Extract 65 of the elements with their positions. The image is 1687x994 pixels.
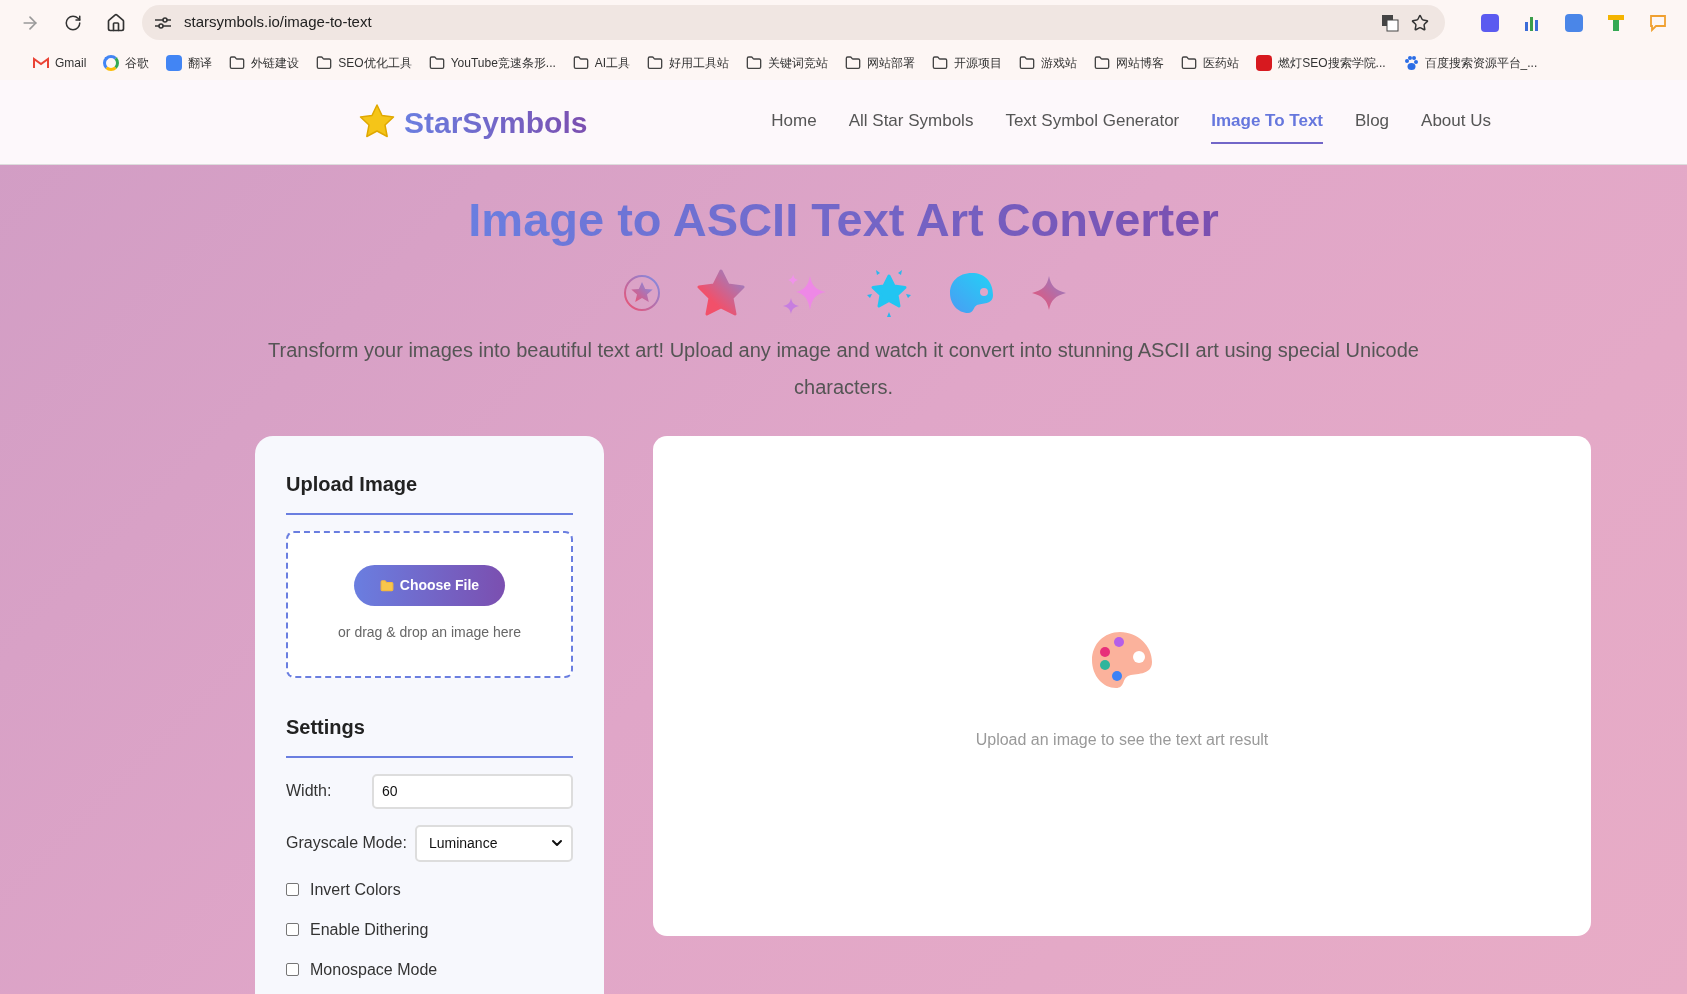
folder-icon xyxy=(1094,54,1111,71)
bookmark-link[interactable]: 翻译 xyxy=(166,53,213,72)
folder-icon xyxy=(845,54,862,71)
settings-heading: Settings xyxy=(286,711,573,758)
nav-link[interactable]: About Us xyxy=(1421,100,1491,144)
empty-result-text: Upload an image to see the text art result xyxy=(975,729,1269,750)
grayscale-mode-select[interactable]: Luminance xyxy=(414,824,573,862)
reload-icon[interactable] xyxy=(64,13,82,32)
bookmark-link[interactable]: 游戏站 xyxy=(1019,53,1078,72)
folder-icon xyxy=(229,54,246,71)
folder-icon xyxy=(1181,54,1198,71)
folder-icon xyxy=(1019,54,1036,71)
site-settings-icon[interactable] xyxy=(154,15,172,30)
bookmark-link[interactable]: 燃灯SEO搜索学院... xyxy=(1256,53,1386,72)
page-description: Transform your images into beautiful text art! Upload any image and watch it convert into stunning ASCII art using special Unicode characters. xyxy=(267,337,1420,400)
bookmark-star-icon[interactable] xyxy=(1411,13,1429,32)
folder-icon xyxy=(647,54,664,71)
square-logo-icon xyxy=(1256,54,1273,71)
envelope-icon xyxy=(33,56,49,69)
star-icon xyxy=(695,268,746,317)
drop-hint: or drag & drop an image here xyxy=(338,623,521,643)
bookmark-link[interactable]: 谷歌 xyxy=(103,53,150,72)
drop-zone[interactable]: Choose File or drag & drop an image here xyxy=(286,530,573,678)
option-label: Invert Colors xyxy=(310,879,401,900)
folder-icon xyxy=(316,54,333,71)
extension-icon[interactable] xyxy=(1481,13,1499,32)
home-icon[interactable] xyxy=(106,12,126,33)
palette-icon xyxy=(1090,629,1154,690)
folder-icon xyxy=(379,578,394,593)
nav-link[interactable]: Image To Text xyxy=(1211,100,1324,144)
choose-file-button[interactable]: Choose File xyxy=(353,565,506,607)
checkbox[interactable] xyxy=(286,923,299,937)
nav-link[interactable]: Blog xyxy=(1355,100,1390,144)
bookmark-link[interactable]: 医药站 xyxy=(1181,53,1240,72)
folder-icon xyxy=(746,54,763,71)
bookmark-link[interactable]: 百度搜索资源平台_... xyxy=(1402,53,1538,72)
nav-link[interactable]: All Star Symbols xyxy=(848,100,974,144)
address-bar[interactable]: starsymbols.io/image-to-text xyxy=(142,5,1445,40)
four-point-star-icon xyxy=(1031,275,1066,310)
checkbox[interactable] xyxy=(286,963,299,977)
bookmark-link[interactable]: 网站博客 xyxy=(1094,53,1165,72)
bookmark-link[interactable]: 好用工具站 xyxy=(647,53,730,72)
bookmark-link[interactable]: Gmail xyxy=(33,53,87,72)
paw-icon xyxy=(1402,54,1419,71)
checkbox[interactable] xyxy=(286,883,299,897)
bookmark-link[interactable]: SEO优化工具 xyxy=(316,53,412,72)
grayscale-mode-label: Grayscale Mode: xyxy=(286,833,407,854)
nav-link[interactable]: Text Symbol Generator xyxy=(1005,100,1180,144)
option-label: Monospace Mode xyxy=(310,959,438,980)
folder-icon xyxy=(428,54,445,71)
width-field[interactable]: 60 xyxy=(372,773,573,809)
t-shape-icon[interactable] xyxy=(1607,13,1625,32)
upload-heading: Upload Image xyxy=(286,468,573,515)
bookmark-link[interactable]: 网站部署 xyxy=(845,53,916,72)
option-label: Enable Dithering xyxy=(310,919,429,940)
url-text: starsymbols.io/image-to-text xyxy=(184,12,373,33)
bookmark-link[interactable]: 开源项目 xyxy=(932,53,1003,72)
bookmark-link[interactable]: AI工具 xyxy=(572,53,631,72)
folder-icon xyxy=(572,54,589,71)
width-label: Width: xyxy=(286,781,333,802)
bookmark-link[interactable]: 关键词竞站 xyxy=(746,53,829,72)
bookmark-link[interactable]: YouTube竞速条形... xyxy=(428,53,556,72)
folder-icon xyxy=(932,54,949,71)
nav-link[interactable]: Home xyxy=(771,100,817,144)
bookmark-link[interactable]: 外链建设 xyxy=(229,53,300,72)
